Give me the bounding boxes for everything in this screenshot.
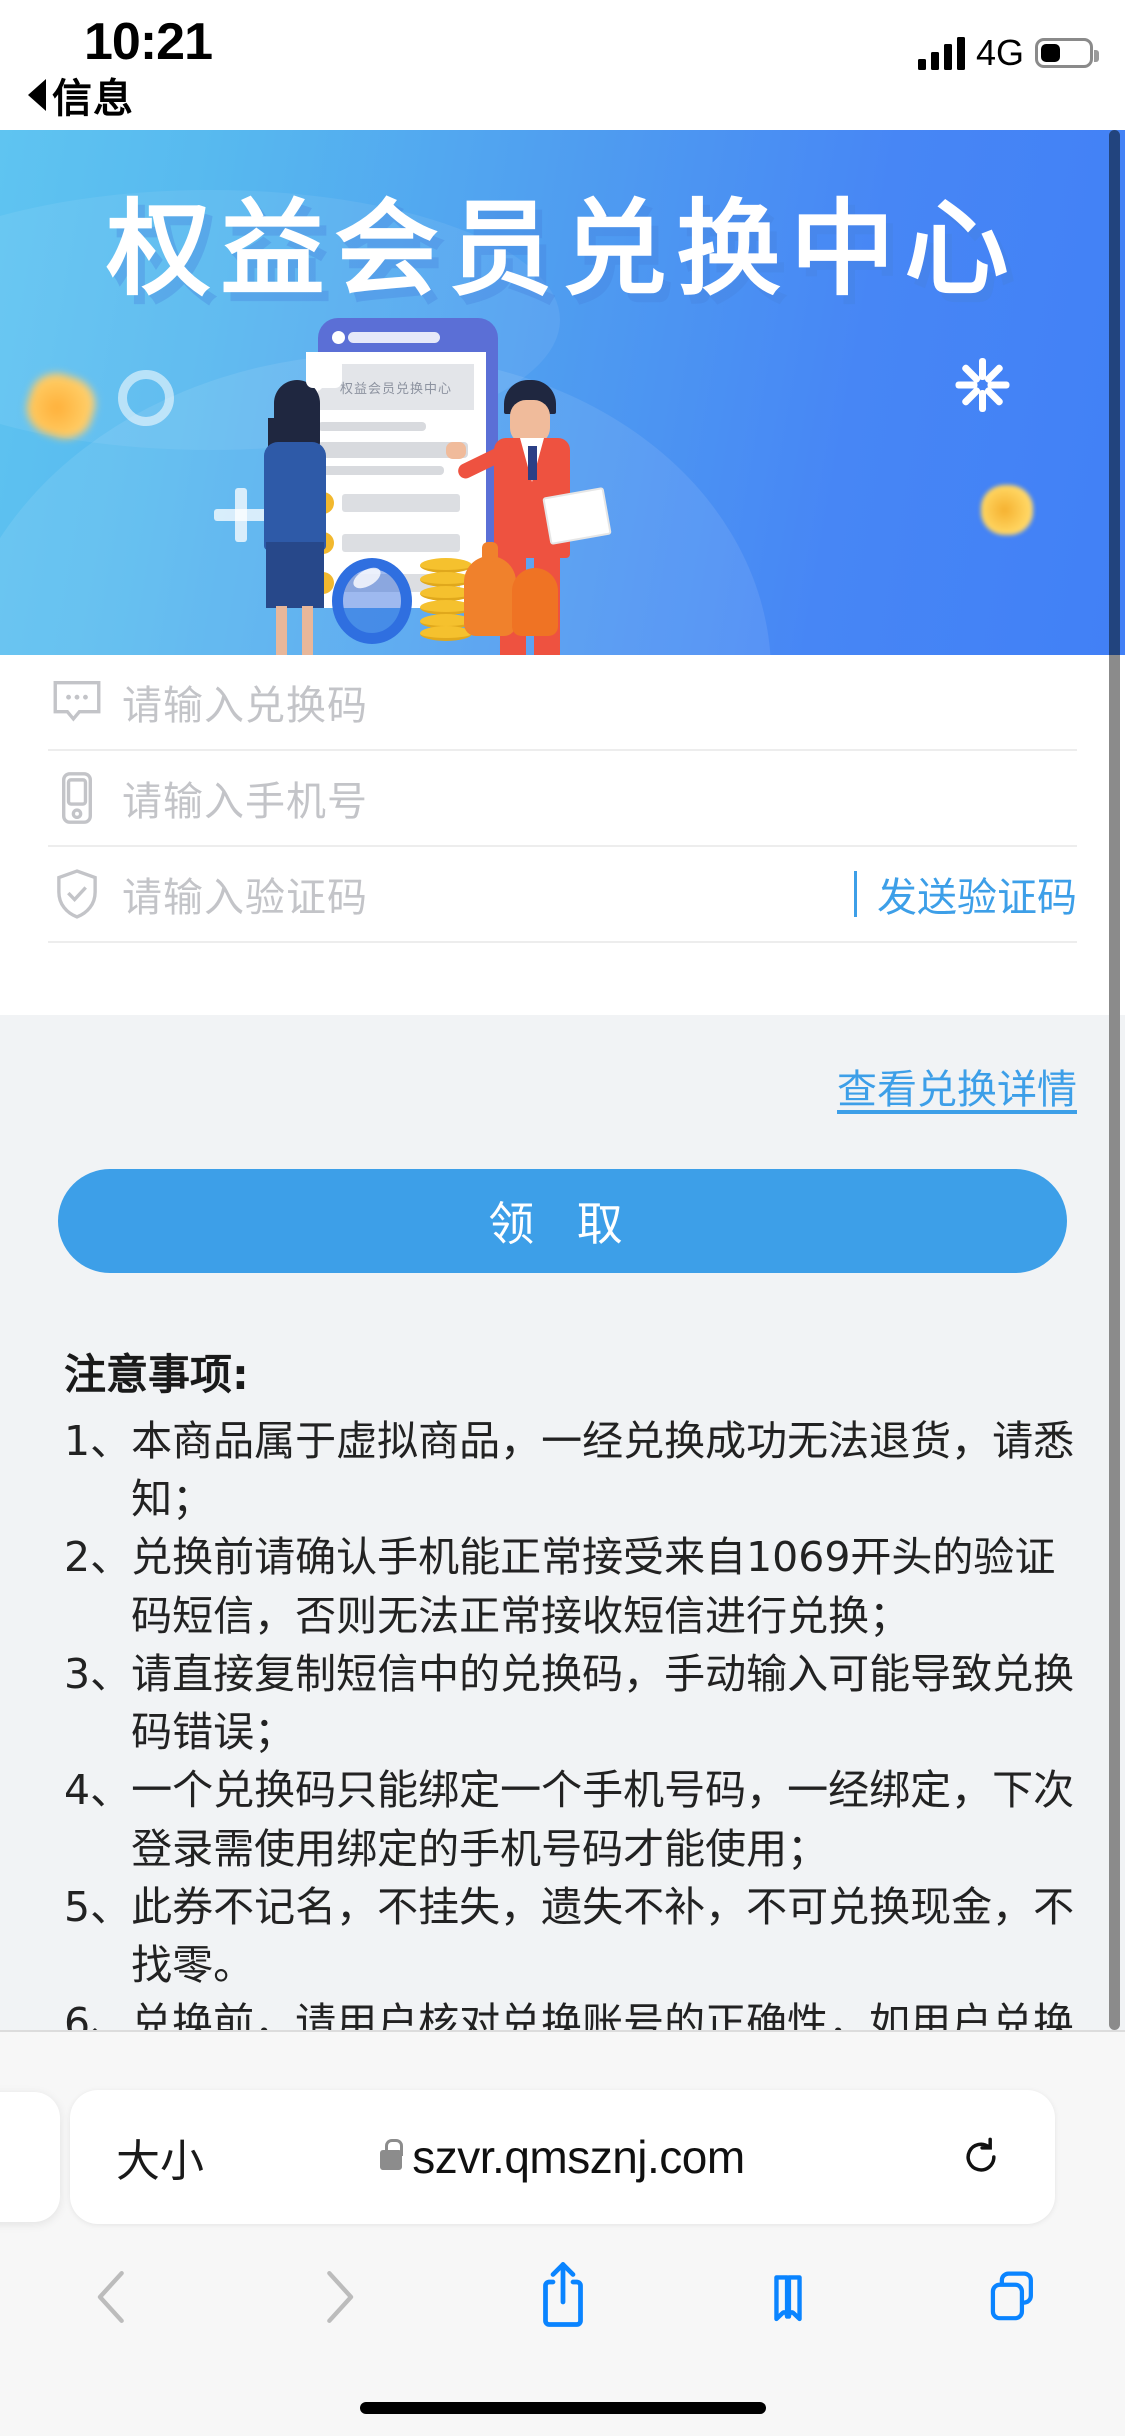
status-bar-time: 10:21 bbox=[84, 13, 213, 71]
reload-icon[interactable] bbox=[959, 2135, 1003, 2179]
chat-bubble-icon bbox=[48, 673, 122, 731]
redeem-code-field-row[interactable]: 请输入兑换码 bbox=[48, 655, 1077, 751]
back-to-app-label: 信息 bbox=[52, 77, 134, 121]
page-size-button[interactable]: 大小 bbox=[116, 2125, 204, 2189]
redeem-code-input[interactable]: 请输入兑换码 bbox=[122, 673, 1077, 731]
signal-bars-icon bbox=[917, 36, 965, 70]
status-bar: 10:21 信息 4G bbox=[0, 0, 1125, 130]
verify-code-field-row[interactable]: 请输入验证码 发送验证码 bbox=[48, 847, 1077, 943]
phone-field-row[interactable]: 请输入手机号 bbox=[48, 751, 1077, 847]
redeem-form: 请输入兑换码 请输入手机号 请输入验证码 发送验证码 bbox=[0, 655, 1125, 1015]
notice-item: 2、 兑换前请确认手机能正常接受来自1069开头的验证码短信，否则无法正常接收短… bbox=[64, 1528, 1077, 1644]
lock-icon bbox=[380, 2139, 404, 2170]
form-bottom-spacer bbox=[48, 943, 1077, 1015]
back-button[interactable] bbox=[0, 2242, 225, 2352]
actions-and-notice-section: 查看兑换详情 领 取 注意事项: 1、 本商品属于虚拟商品，一经兑换成功无法退货… bbox=[0, 1015, 1125, 2030]
sparkle-decoration-icon bbox=[951, 354, 1013, 416]
detail-link-row: 查看兑换详情 bbox=[48, 1015, 1077, 1123]
claim-button[interactable]: 领 取 bbox=[58, 1169, 1067, 1273]
browser-toolbar bbox=[0, 2242, 1125, 2352]
notice-title: 注意事项: bbox=[64, 1350, 249, 1399]
battery-icon bbox=[1035, 38, 1099, 68]
url-display[interactable]: szvr.qmsznj.com bbox=[70, 2130, 1055, 2184]
notice-item-number: 2、 bbox=[64, 1533, 132, 1582]
verify-code-input[interactable]: 请输入验证码 bbox=[122, 865, 854, 923]
notice-item-number: 5、 bbox=[64, 1882, 132, 1931]
home-indicator bbox=[359, 2402, 766, 2414]
page-scrollbar-thumb[interactable] bbox=[1109, 130, 1120, 655]
phone-input[interactable]: 请输入手机号 bbox=[122, 769, 1077, 827]
notice-item-text: 请直接复制短信中的兑换码，手动输入可能导致兑换码错误； bbox=[131, 1649, 1075, 1757]
back-triangle-icon bbox=[28, 79, 46, 111]
notice-item-text: 本商品属于虚拟商品，一经兑换成功无法退货，请悉知； bbox=[131, 1417, 1075, 1524]
hero-banner: 权益会员兑换中心 权益会员兑换中心 bbox=[0, 130, 1125, 655]
notice-item-text: 兑换前请确认手机能正常接受来自1069开头的验证码短信，否则无法正常接收短信进行… bbox=[131, 1533, 1056, 1640]
banner-title: 权益会员兑换中心 bbox=[106, 188, 1019, 310]
coin-decoration-right-icon bbox=[981, 485, 1033, 535]
notice-item: 4、 一个兑换码只能绑定一个手机号码，一经绑定，下次登录需使用绑定的手机号码才能… bbox=[64, 1761, 1077, 1877]
notice-item: 3、 请直接复制短信中的兑换码，手动输入可能导致兑换码错误； bbox=[64, 1645, 1077, 1761]
notice-item-text: 兑换前，请用户核对兑换账号的正确性，如用户兑换账号 bbox=[131, 1999, 1075, 2030]
forward-button[interactable] bbox=[225, 2242, 450, 2352]
mobile-phone-icon bbox=[48, 769, 122, 827]
notice-item-number: 6、 bbox=[64, 1999, 132, 2030]
share-button[interactable] bbox=[450, 2242, 675, 2352]
network-type-label: 4G bbox=[975, 32, 1024, 73]
page-scrollbar[interactable] bbox=[1109, 130, 1120, 2030]
notice-section: 注意事项: 1、 本商品属于虚拟商品，一经兑换成功无法退货，请悉知； 2、 兑换… bbox=[48, 1273, 1077, 2030]
notice-item: 5、 此券不记名，不挂失，遗失不补，不可兑换现金，不找零。 bbox=[64, 1878, 1077, 1994]
notice-item: 6、 兑换前，请用户核对兑换账号的正确性，如用户兑换账号 bbox=[64, 1994, 1077, 2030]
tabs-button[interactable] bbox=[900, 2242, 1125, 2352]
hero-illustration: 权益会员兑换中心 bbox=[244, 318, 664, 655]
notice-item-number: 1、 bbox=[64, 1417, 132, 1465]
url-bar[interactable]: 大小 szvr.qmsznj.com bbox=[70, 2090, 1055, 2224]
adjacent-tab-peek[interactable] bbox=[0, 2092, 60, 2222]
money-bag-secondary-icon bbox=[512, 568, 558, 636]
money-bag-icon bbox=[464, 542, 516, 636]
notice-item-number: 4、 bbox=[64, 1766, 132, 1815]
notice-item-text: 一个兑换码只能绑定一个手机号码，一经绑定，下次登录需使用绑定的手机号码才能使用； bbox=[131, 1766, 1075, 1873]
notice-item-number: 3、 bbox=[64, 1649, 132, 1698]
safari-bottom-bar: 大小 szvr.qmsznj.com bbox=[0, 2030, 1125, 2436]
web-page-viewport: 权益会员兑换中心 权益会员兑换中心 请输入兑换码 请输入手机号 请输入验证码 发… bbox=[0, 130, 1125, 2030]
ring-decoration-icon bbox=[118, 370, 174, 426]
phone-mockup-speaker bbox=[332, 331, 440, 344]
url-text: szvr.qmsznj.com bbox=[412, 2131, 745, 2183]
status-bar-indicators: 4G bbox=[917, 24, 1099, 73]
back-to-app-button[interactable]: 信息 bbox=[28, 66, 134, 124]
speech-bubble-icon bbox=[306, 358, 342, 391]
notice-item-text: 此券不记名，不挂失，遗失不补，不可兑换现金，不找零。 bbox=[131, 1882, 1075, 1989]
phone-mockup-header-label: 权益会员兑换中心 bbox=[339, 380, 452, 396]
shield-check-icon bbox=[48, 865, 122, 923]
view-redeem-detail-link[interactable]: 查看兑换详情 bbox=[837, 1067, 1077, 1113]
bookmarks-button[interactable] bbox=[675, 2242, 900, 2352]
send-verify-code-button[interactable]: 发送验证码 bbox=[854, 865, 1077, 923]
notice-item: 1、 本商品属于虚拟商品，一经兑换成功无法退货，请悉知； bbox=[64, 1412, 1077, 1528]
